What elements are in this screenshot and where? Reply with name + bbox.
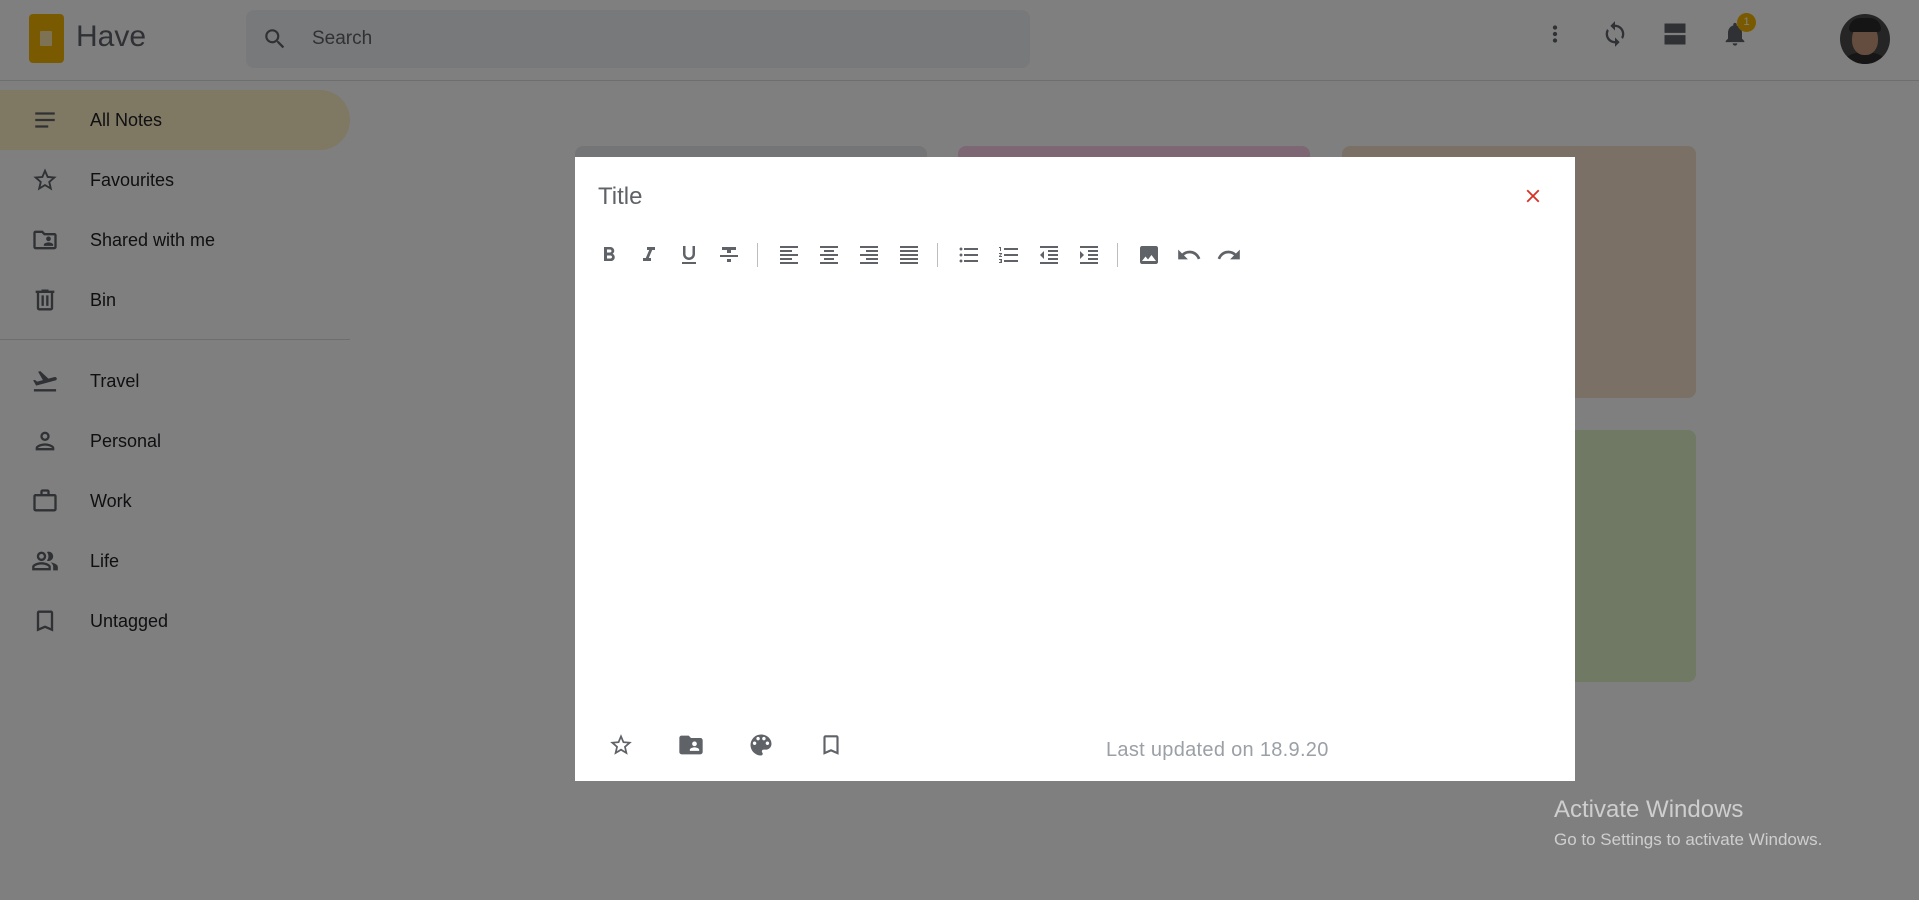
bold-icon[interactable]: [593, 239, 625, 271]
note-title-input[interactable]: [598, 179, 1298, 215]
strikethrough-icon[interactable]: [713, 239, 745, 271]
italic-icon[interactable]: [633, 239, 665, 271]
close-icon[interactable]: [1519, 182, 1547, 210]
toolbar-divider: [937, 243, 938, 267]
watermark-title: Activate Windows: [1554, 796, 1744, 823]
align-right-icon[interactable]: [853, 239, 885, 271]
align-left-icon[interactable]: [773, 239, 805, 271]
toolbar-divider: [757, 243, 758, 267]
note-body-editor[interactable]: [598, 287, 1552, 707]
toolbar-divider: [1117, 243, 1118, 267]
outdent-icon[interactable]: [1033, 239, 1065, 271]
bullet-list-icon[interactable]: [953, 239, 985, 271]
image-icon[interactable]: [1133, 239, 1165, 271]
indent-icon[interactable]: [1073, 239, 1105, 271]
last-updated-text: Last updated on 18.9.20: [1106, 739, 1329, 761]
align-center-icon[interactable]: [813, 239, 845, 271]
numbered-list-icon[interactable]: [993, 239, 1025, 271]
star-icon[interactable]: [605, 729, 637, 761]
palette-icon[interactable]: [745, 729, 777, 761]
redo-icon[interactable]: [1213, 239, 1245, 271]
underline-icon[interactable]: [673, 239, 705, 271]
watermark-subtitle: Go to Settings to activate Windows.: [1554, 830, 1823, 849]
undo-icon[interactable]: [1173, 239, 1205, 271]
bookmark-icon[interactable]: [815, 729, 847, 761]
note-editor-dialog: Last updated on 18.9.20: [575, 157, 1575, 781]
shared-folder-icon[interactable]: [675, 729, 707, 761]
align-justify-icon[interactable]: [893, 239, 925, 271]
windows-activation-watermark: Activate Windows Go to Settings to activ…: [1554, 796, 1822, 850]
